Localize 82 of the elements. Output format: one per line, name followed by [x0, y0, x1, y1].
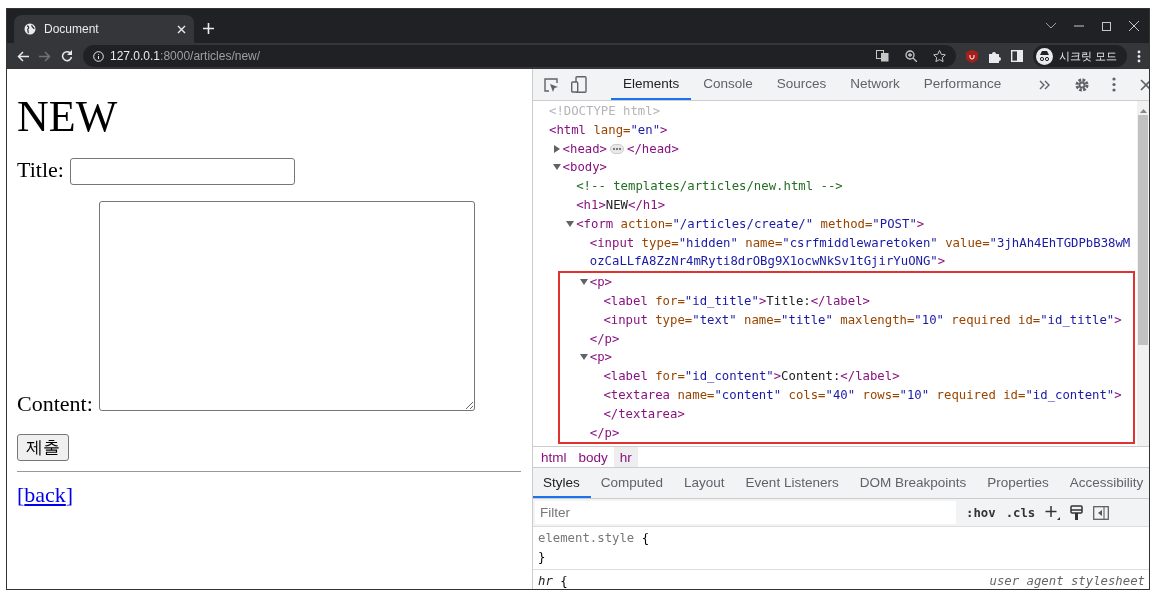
paint-roller-icon[interactable]: [1070, 505, 1084, 520]
field-label: Content:: [17, 391, 93, 417]
settings-icon[interactable]: [1074, 76, 1091, 93]
breadcrumb[interactable]: html: [535, 447, 573, 467]
ellipsis-icon[interactable]: [610, 144, 624, 154]
caret-down-icon[interactable]: [579, 353, 588, 362]
dom-code[interactable]: </head>: [627, 139, 679, 159]
inspect-icon[interactable]: [543, 76, 559, 93]
profile-button[interactable]: 시크릿 모드: [1032, 45, 1127, 67]
devtools-tab[interactable]: Performance: [911, 69, 1014, 100]
dom-line[interactable]: <input type="text" name="title" maxlength="10" required id="id_title">: [603, 310, 1122, 330]
dom-code[interactable]: <head>: [562, 139, 607, 159]
globe-icon: [24, 23, 36, 35]
field-label: Title:: [17, 157, 64, 182]
incognito-icon: [1035, 47, 1053, 65]
dom-line[interactable]: <html lang="en">: [549, 120, 668, 140]
translate-icon[interactable]: [875, 50, 889, 62]
dom-line[interactable]: <form action="/articles/create/" method="POST">: [576, 214, 925, 234]
devtools-tab[interactable]: Console: [691, 69, 765, 100]
maximize-icon[interactable]: [1102, 21, 1111, 31]
styles-tab[interactable]: Layout: [674, 468, 736, 498]
star-icon[interactable]: [932, 50, 946, 62]
breadcrumb[interactable]: body: [572, 447, 614, 467]
styles-tab[interactable]: Accessibility: [1059, 468, 1149, 498]
dom-line[interactable]: </p>: [589, 329, 620, 349]
dom-line[interactable]: <p>: [589, 348, 612, 368]
plus-icon[interactable]: [1045, 505, 1061, 520]
device-icon[interactable]: [571, 76, 587, 93]
dom-line[interactable]: <!-- templates/articles/new.html -->: [576, 177, 843, 196]
dom-line[interactable]: <input type="hidden" name="csrfmiddlewaretoken" value="3jhAh4EhTGDPbB38wMozCaLLfA8ZzNr4mRyti8drOBg9X1ocwNkSv1tGjirYuONG">: [589, 233, 1133, 272]
css-brace: }: [538, 549, 547, 566]
shield-icon[interactable]: [965, 49, 978, 63]
sidebar-toggle-icon[interactable]: [1093, 505, 1110, 520]
filter-toggle[interactable]: .cls: [1005, 505, 1036, 520]
filter-toggle[interactable]: :hov: [966, 505, 996, 520]
caret-right-icon[interactable]: [552, 144, 561, 153]
content-field[interactable]: [98, 201, 475, 412]
dom-line[interactable]: <h1>NEW</h1>: [576, 196, 666, 215]
css-rule-header: element.style {: [538, 530, 650, 547]
styles-tab[interactable]: Properties: [977, 468, 1060, 498]
zoom-icon[interactable]: [904, 50, 917, 62]
breadcrumb[interactable]: hr: [613, 447, 638, 467]
stylesheet-source: user agent stylesheet: [989, 573, 1145, 589]
devtools-tab[interactable]: Sources: [764, 69, 839, 100]
devtools-tab[interactable]: Elements: [611, 69, 692, 100]
filter-field[interactable]: Filter: [535, 501, 956, 524]
chevron-double-right-icon[interactable]: [1039, 79, 1051, 90]
dom-line[interactable]: </p>: [589, 423, 620, 443]
page-heading: NEW: [17, 95, 119, 139]
styles-tab[interactable]: Computed: [590, 468, 675, 498]
submit-button[interactable]: 제출: [17, 433, 69, 461]
back-arrow-icon[interactable]: [17, 50, 29, 62]
dom-line[interactable]: <p>: [589, 273, 612, 292]
menu-icon[interactable]: [1137, 49, 1141, 63]
plus-icon[interactable]: [203, 23, 214, 34]
close-icon[interactable]: [1140, 78, 1149, 91]
puzzle-icon[interactable]: [987, 49, 1001, 63]
scrollbar[interactable]: [1137, 101, 1149, 446]
dom-line[interactable]: <textarea name="content" cols="40" rows="10" required id="id_content">: [603, 385, 1122, 405]
caret-down-icon[interactable]: [566, 219, 575, 228]
styles-tab[interactable]: DOM Breakpoints: [849, 468, 978, 498]
chevron-down-icon[interactable]: [1046, 23, 1056, 29]
styles-tab[interactable]: Event Listeners: [735, 468, 850, 498]
title-field[interactable]: [69, 158, 295, 186]
address-bar[interactable]: 127.0.0.1:8000/articles/new/: [83, 45, 956, 67]
dom-line[interactable]: <label for="id_content">Content:</label>: [603, 367, 900, 386]
browser-tab[interactable]: Document: [14, 15, 194, 43]
caret-down-icon[interactable]: [552, 163, 561, 172]
css-rule-header: hr {: [538, 573, 568, 589]
more-icon[interactable]: [1112, 77, 1117, 92]
close-icon[interactable]: [1129, 21, 1139, 31]
forward-arrow-icon[interactable]: [39, 50, 51, 62]
info-icon: [93, 50, 104, 62]
scroll-up-arrow-icon[interactable]: [1139, 109, 1147, 113]
caret-down-icon[interactable]: [579, 278, 588, 287]
reload-icon[interactable]: [61, 50, 73, 62]
dom-line[interactable]: <body>: [562, 158, 607, 178]
devtools-tab[interactable]: Network: [838, 69, 912, 100]
dom-line[interactable]: </textarea>: [603, 404, 685, 424]
side-panel-icon[interactable]: [1010, 50, 1023, 62]
dom-line[interactable]: <label for="id_title">Title:</label>: [603, 291, 870, 311]
back-link[interactable]: [back]: [17, 481, 74, 507]
